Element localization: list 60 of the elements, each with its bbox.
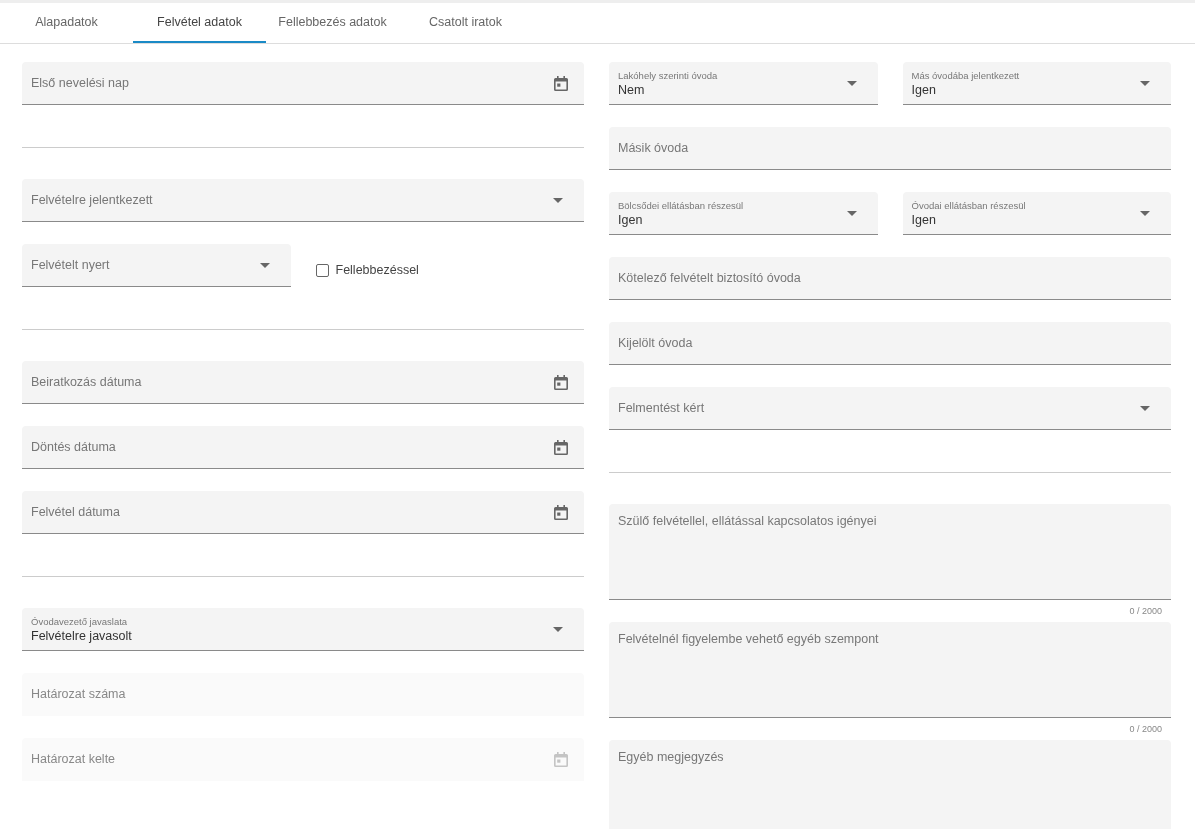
field-value: Igen — [911, 212, 937, 227]
field-label: Óvodai ellátásban részesül — [911, 199, 1027, 211]
field-value: Igen — [911, 82, 937, 97]
field-label: Másik óvoda — [618, 141, 690, 155]
field-label: Felmentést kért — [618, 401, 706, 415]
field-value: Nem — [618, 82, 646, 97]
dropdown-field[interactable]: Óvodavezető javaslata Felvételre javasolt — [22, 608, 584, 651]
input-field[interactable]: Kijelölt óvoda — [609, 322, 1171, 365]
tab[interactable]: Alapadatok — [0, 3, 133, 43]
dropdown-field[interactable]: Felvételre jelentkezett — [22, 179, 584, 222]
field-label: Első nevelési nap — [31, 76, 130, 90]
dropdown-field[interactable]: Felmentést kért — [609, 387, 1171, 430]
dropdown-caret-icon — [846, 80, 857, 86]
field-label: Határozat száma — [31, 687, 127, 701]
field-label: Felvételre jelentkezett — [31, 193, 154, 207]
textarea-field[interactable]: Szülő felvétellel, ellátással kapcsolatos igényei — [609, 504, 1171, 600]
date-field[interactable]: Első nevelési nap — [22, 62, 584, 105]
field-value: Igen — [618, 212, 644, 227]
dropdown-caret-icon — [1140, 210, 1150, 216]
date-field[interactable]: Beiratkozás dátuma — [22, 361, 584, 404]
tab[interactable]: Fellebbezés adatok — [266, 3, 399, 43]
field-label: Kötelező felvételt biztosító óvoda — [618, 271, 802, 285]
dropdown-caret-icon — [846, 210, 857, 216]
dropdown-caret-icon — [553, 626, 563, 632]
calendar-icon[interactable] — [554, 439, 568, 455]
tab[interactable]: Felvétel adatok — [133, 3, 266, 43]
dropdown-field[interactable]: Lakóhely szerinti óvoda Nem — [609, 62, 878, 105]
input-field[interactable]: Kötelező felvételt biztosító óvoda — [609, 257, 1171, 300]
dropdown-field[interactable]: Más óvodába jelentkezett Igen — [902, 62, 1171, 105]
textarea-field[interactable]: Felvételnél figyelembe vehető egyéb szempont — [609, 622, 1171, 718]
field-label: Felvétel dátuma — [31, 505, 121, 519]
tab[interactable]: Csatolt iratok — [399, 3, 532, 43]
input-field[interactable]: Másik óvoda — [609, 127, 1171, 170]
field-label: Beiratkozás dátuma — [31, 375, 143, 389]
textarea-field[interactable]: Egyéb megjegyzés — [609, 740, 1171, 829]
field-label: Óvodavezető javaslata — [31, 615, 129, 627]
dropdown-field[interactable]: Óvodai ellátásban részesül Igen — [902, 192, 1171, 235]
field-label: Felvételt nyert — [31, 258, 111, 272]
calendar-icon[interactable] — [554, 374, 568, 390]
dropdown-field[interactable]: Bölcsődei ellátásban részesül Igen — [609, 192, 878, 235]
calendar-icon[interactable] — [554, 75, 568, 91]
field-value: Felvételre javasolt — [31, 628, 133, 643]
field-label: Más óvodába jelentkezett — [911, 69, 1021, 81]
checkbox[interactable] — [315, 263, 329, 277]
field-label: Bölcsődei ellátásban részesül — [618, 199, 745, 211]
checkbox-label: Fellebbezéssel — [335, 263, 419, 277]
dropdown-caret-icon — [259, 262, 270, 268]
date-field[interactable]: Felvétel dátuma — [22, 491, 584, 534]
dropdown-caret-icon — [553, 197, 563, 203]
field-label: Határozat kelte — [31, 752, 117, 766]
character-counter: 0 / 2000 — [1128, 605, 1163, 618]
date-field[interactable]: Döntés dátuma — [22, 426, 584, 469]
field-label: Döntés dátuma — [31, 440, 117, 454]
character-counter: 0 / 2000 — [1128, 723, 1163, 736]
field-label: Lakóhely szerinti óvoda — [618, 69, 719, 81]
dropdown-field[interactable]: Felvételt nyert — [22, 244, 291, 287]
dropdown-caret-icon — [1140, 405, 1150, 411]
field-label: Kijelölt óvoda — [618, 336, 694, 350]
dropdown-caret-icon — [1140, 80, 1150, 86]
calendar-icon[interactable] — [554, 504, 568, 520]
